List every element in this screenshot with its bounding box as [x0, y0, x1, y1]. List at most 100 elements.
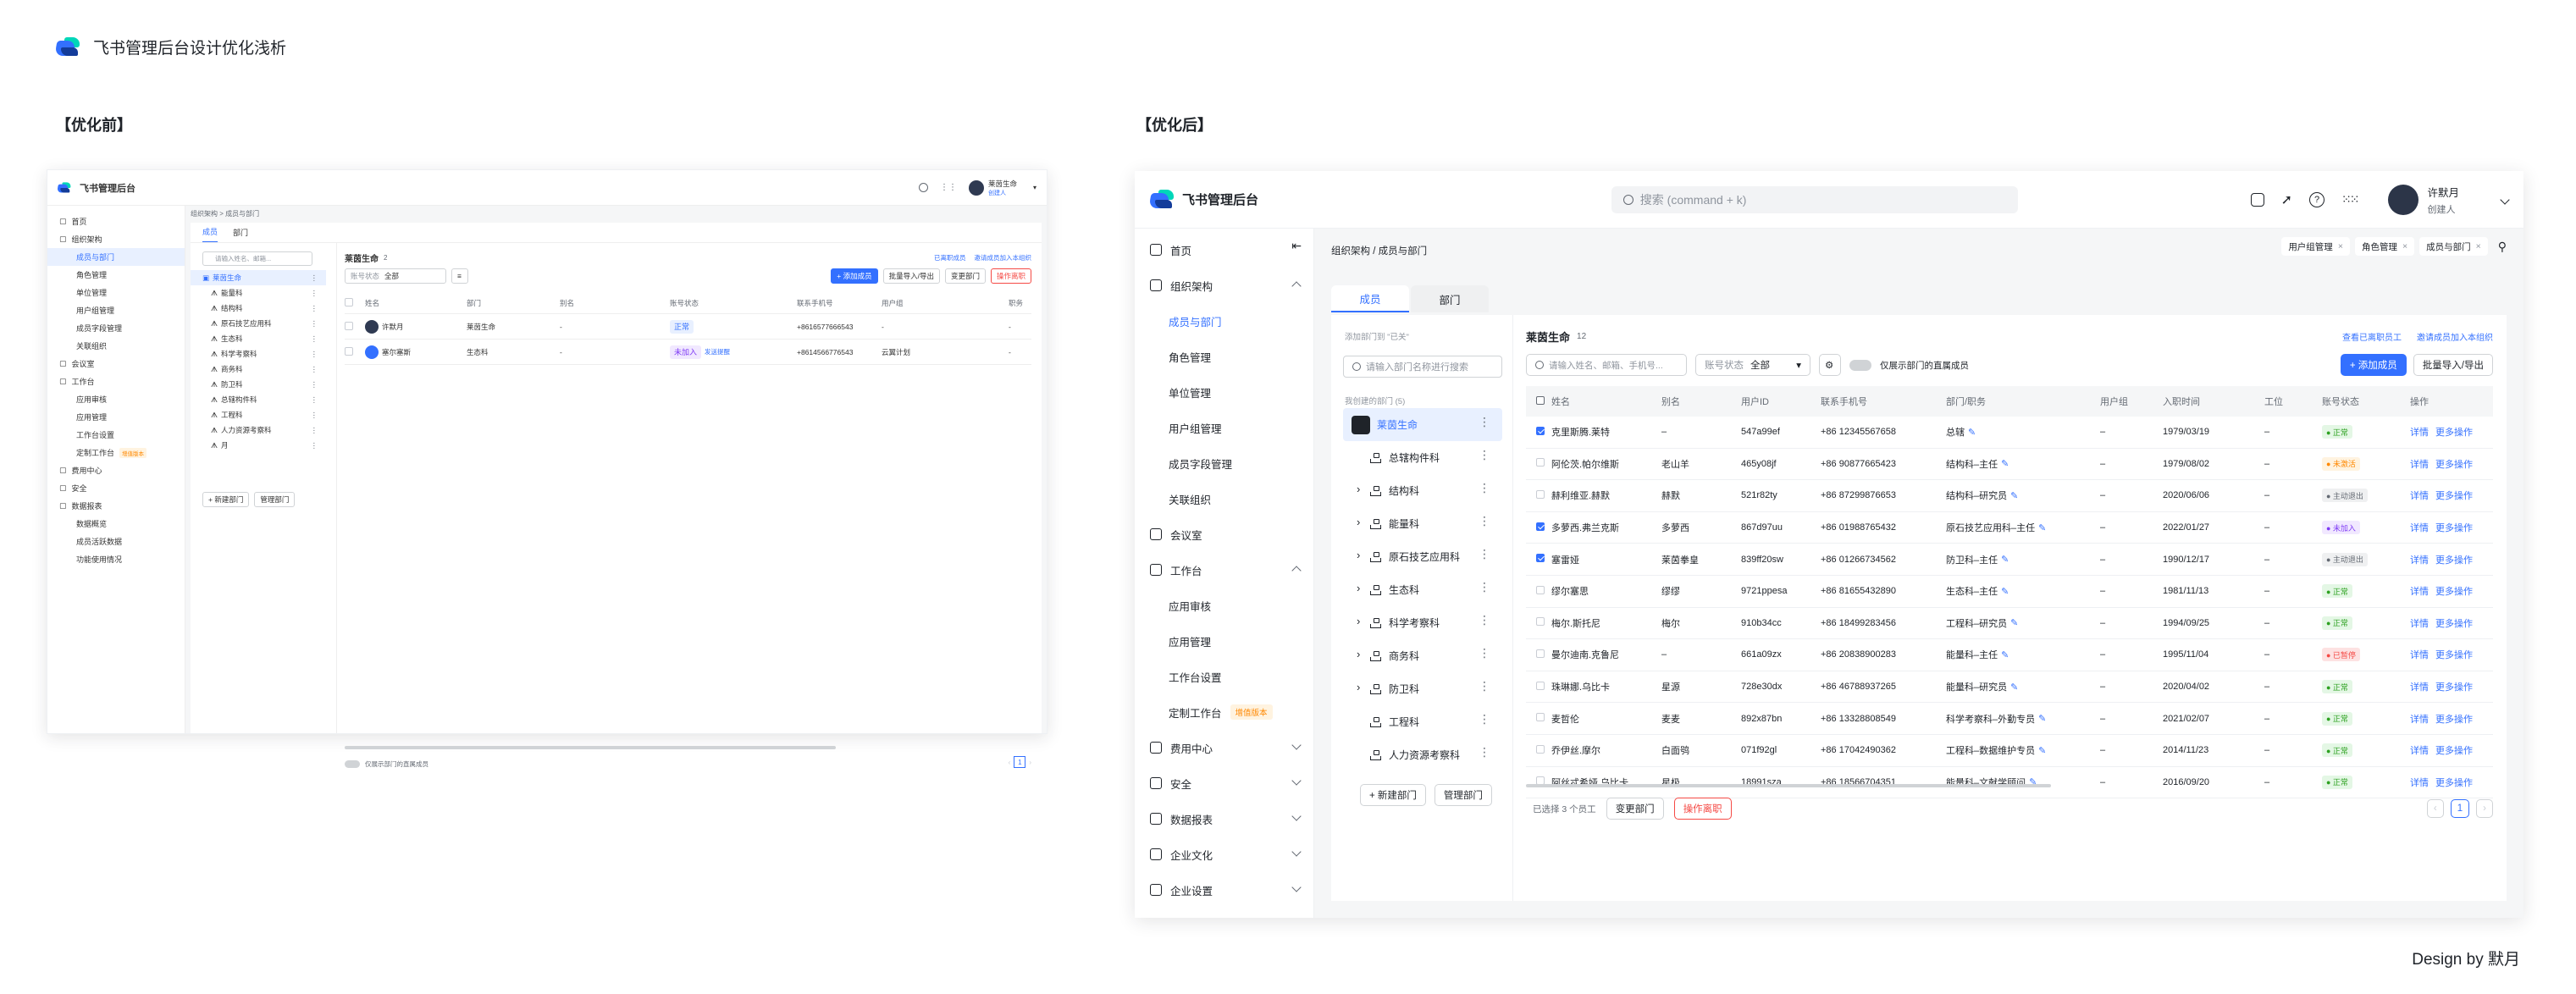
tree-item[interactable]: › 科学考察科 ⋮: [1343, 606, 1502, 639]
before-more-icon[interactable]: ⋮: [311, 426, 318, 435]
detail-link[interactable]: 详情: [2410, 616, 2429, 630]
before-search-input[interactable]: 请输入姓名、邮箱...: [202, 251, 312, 266]
before-sidebar-item[interactable]: 关联组织: [47, 337, 185, 355]
expand-arrow-icon[interactable]: ›: [1357, 549, 1360, 561]
tab-departments[interactable]: 部门: [1411, 285, 1489, 312]
invite-link[interactable]: 邀请成员加入本组织: [2417, 330, 2493, 343]
edit-icon[interactable]: ✎: [2010, 617, 2018, 628]
add-member-button[interactable]: + 添加成员: [2340, 354, 2407, 376]
more-icon[interactable]: ⋮: [1479, 680, 1490, 692]
sidebar-item-18[interactable]: 企业设置: [1135, 872, 1313, 908]
before-select-all[interactable]: [345, 297, 365, 308]
sidebar-item-4[interactable]: 单位管理: [1135, 374, 1313, 410]
quick-tag[interactable]: 角色管理 ×: [2354, 237, 2415, 256]
table-row[interactable]: 麦哲伦 麦麦 892x87bn +86 13328808549 科学考察科–外勤专员 ✎ –…: [1526, 703, 2493, 735]
more-icon[interactable]: ⋮: [1479, 416, 1490, 428]
more-actions-link[interactable]: 更多操作: [2435, 521, 2473, 534]
sidebar-item-0[interactable]: 首页: [1135, 232, 1313, 268]
edit-icon[interactable]: ✎: [2038, 522, 2046, 533]
quick-tag[interactable]: 成员与部门 ×: [2419, 237, 2488, 256]
edit-icon[interactable]: ✎: [1968, 427, 1976, 438]
table-row[interactable]: 梅尔.斯托尼 梅尔 910b34cc +86 18499283456 工程科–研究员 ✎ –…: [1526, 608, 2493, 640]
detail-link[interactable]: 详情: [2410, 521, 2429, 534]
expand-arrow-icon[interactable]: ›: [1357, 681, 1360, 693]
before-manage-dept-button[interactable]: 管理部门: [254, 492, 296, 507]
edit-icon[interactable]: ✎: [2001, 458, 2009, 469]
edit-icon[interactable]: ✎: [2038, 713, 2046, 724]
sidebar-item-1[interactable]: 组织架构: [1135, 268, 1313, 303]
status-select[interactable]: 账号状态 全部 ▾: [1695, 354, 1810, 376]
tree-item[interactable]: › 原石技艺应用科 ⋮: [1343, 540, 1502, 573]
detail-link[interactable]: 详情: [2410, 489, 2429, 502]
close-icon[interactable]: ×: [2402, 241, 2407, 251]
more-actions-link[interactable]: 更多操作: [2435, 648, 2473, 661]
row-checkbox[interactable]: [1526, 585, 1551, 597]
table-row[interactable]: 缪尔塞思 缪缪 9721ppesa +86 81655432890 生态科–主任 ✎ –19…: [1526, 576, 2493, 608]
row-checkbox[interactable]: [1526, 649, 1551, 660]
before-resigned-link[interactable]: 已离职成员: [934, 253, 966, 262]
before-sidebar-item[interactable]: ▢ 安全: [47, 479, 185, 497]
before-sidebar-item[interactable]: ▢ 首页: [47, 213, 185, 230]
new-dept-button[interactable]: + 新建部门: [1360, 784, 1426, 806]
more-actions-link[interactable]: 更多操作: [2435, 680, 2473, 693]
sidebar-item-15[interactable]: 安全: [1135, 765, 1313, 801]
sidebar-item-3[interactable]: 角色管理: [1135, 339, 1313, 374]
before-import-button[interactable]: 批量导入/导出: [882, 268, 940, 284]
expand-arrow-icon[interactable]: ›: [1357, 615, 1360, 627]
before-apps-icon[interactable]: ⋮⋮: [940, 183, 957, 192]
tab-members[interactable]: 成员: [1331, 285, 1409, 312]
tree-item[interactable]: › 商务科 ⋮: [1343, 639, 1502, 672]
table-row[interactable]: 塞雷娅 莱茵拳皇 839ff20sw +86 01266734562 防卫科–主任 ✎ –1…: [1526, 544, 2493, 576]
sidebar-item-8[interactable]: 会议室: [1135, 516, 1313, 552]
before-tree-item[interactable]: ᗑ 原石技艺应用科 ⋮: [191, 316, 326, 331]
before-more-icon[interactable]: ⋮: [311, 411, 318, 420]
more-icon[interactable]: ⋮: [1479, 515, 1490, 527]
before-tree-item[interactable]: ᗑ 人力资源考察科 ⋮: [191, 422, 326, 438]
sidebar-item-5[interactable]: 用户组管理: [1135, 410, 1313, 445]
detail-link[interactable]: 详情: [2410, 553, 2429, 566]
before-tree-item[interactable]: ᗑ 防卫科 ⋮: [191, 377, 326, 392]
detail-link[interactable]: 详情: [2410, 712, 2429, 726]
before-sidebar-item[interactable]: 功能使用情况: [47, 550, 185, 568]
member-search-input[interactable]: 请输入姓名、邮箱、手机号...: [1526, 354, 1687, 376]
table-row[interactable]: 塞尔塞斯 生态科 - 未加入 发送提醒 +8614566776543 云翼计划 -: [345, 340, 1031, 365]
before-sidebar-item[interactable]: 成员与部门: [47, 248, 185, 266]
before-tab-members[interactable]: 成员: [202, 223, 218, 242]
before-send-reminder-link[interactable]: 发送提醒: [705, 347, 730, 356]
before-tree-item[interactable]: ᗑ 工程科 ⋮: [191, 407, 326, 422]
sidebar-item-6[interactable]: 成员字段管理: [1135, 445, 1313, 481]
before-sidebar-item[interactable]: 数据概览: [47, 515, 185, 533]
table-row[interactable]: 赫利维亚.赫默 赫默 521r82ty +86 87299876653 结构科–研究员 ✎…: [1526, 480, 2493, 512]
before-sidebar-item[interactable]: 工作台设置: [47, 426, 185, 444]
row-checkbox[interactable]: [1526, 458, 1551, 469]
before-filter-icon[interactable]: ≡: [451, 268, 468, 284]
row-checkbox[interactable]: [1526, 426, 1551, 438]
more-icon[interactable]: ⋮: [1479, 581, 1490, 593]
before-row-checkbox[interactable]: [345, 346, 365, 357]
more-actions-link[interactable]: 更多操作: [2435, 489, 2473, 502]
table-row[interactable]: 克里斯腾.莱特 –547a99ef +86 12345567658 总辖 ✎ –1979/…: [1526, 417, 2493, 449]
sidebar-item-2[interactable]: 成员与部门: [1135, 303, 1313, 339]
more-icon[interactable]: ⋮: [1479, 548, 1490, 560]
tree-item[interactable]: › 生态科 ⋮: [1343, 573, 1502, 606]
before-tab-depts[interactable]: 部门: [233, 227, 248, 238]
before-sidebar-item[interactable]: ▢ 工作台: [47, 373, 185, 390]
before-sidebar-item[interactable]: 定制工作台 增值版本: [47, 444, 185, 461]
before-help-icon[interactable]: [918, 183, 928, 192]
table-row[interactable]: 阿丝忒希娅.乌比卡 星极 18991sza +86 18566704351 能量科–文献…: [1526, 767, 2493, 799]
tree-item[interactable]: › 防卫科 ⋮: [1343, 672, 1502, 705]
resigned-link[interactable]: 查看已离职员工: [2342, 330, 2402, 343]
close-icon[interactable]: ×: [2476, 241, 2481, 251]
more-actions-link[interactable]: 更多操作: [2435, 616, 2473, 630]
after-user[interactable]: 许默月 创建人: [2388, 184, 2510, 216]
more-icon[interactable]: ⋮: [1479, 647, 1490, 659]
edit-icon[interactable]: ✎: [2001, 554, 2009, 565]
sidebar-item-9[interactable]: 工作台: [1135, 552, 1313, 588]
before-next-icon[interactable]: ›: [1029, 759, 1031, 766]
before-user[interactable]: 莱茵生命 创建人 ▾: [968, 179, 1036, 197]
edit-icon[interactable]: ✎: [2010, 682, 2018, 693]
tree-item[interactable]: › 结构科 ⋮: [1343, 474, 1502, 507]
resign-button[interactable]: 操作离职: [1673, 798, 1732, 820]
more-icon[interactable]: ⋮: [1479, 482, 1490, 494]
tree-item[interactable]: 总辖构件科 ⋮: [1343, 441, 1502, 474]
